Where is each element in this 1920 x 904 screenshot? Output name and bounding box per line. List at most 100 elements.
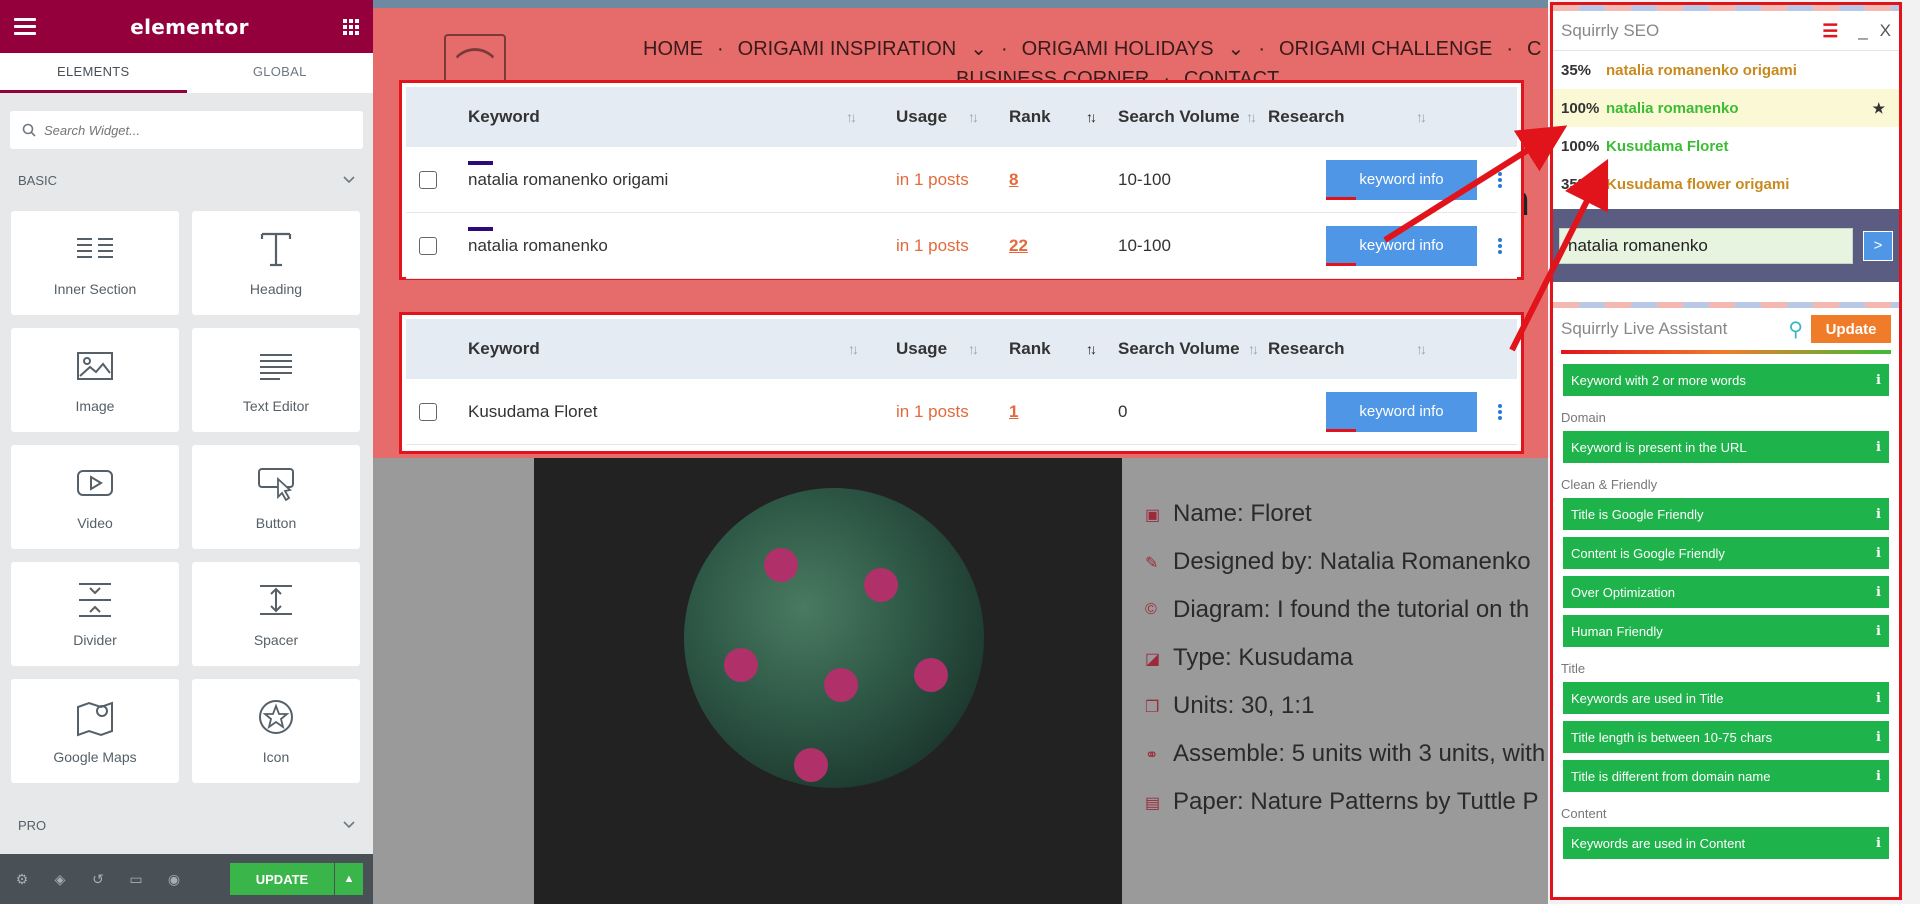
close-button[interactable]: X bbox=[1880, 21, 1891, 41]
sort-usage-icon[interactable]: ↑↓ bbox=[968, 109, 979, 125]
button-accent-bar bbox=[1326, 262, 1356, 266]
nav-origami-inspiration[interactable]: ORIGAMI INSPIRATION bbox=[738, 34, 957, 64]
sort-keyword-icon[interactable]: ↑↓ bbox=[848, 341, 859, 357]
keyword-go-button[interactable]: > bbox=[1863, 230, 1893, 261]
row-checkbox[interactable] bbox=[419, 402, 437, 421]
info-icon[interactable]: i bbox=[1876, 691, 1881, 706]
keyword-input[interactable] bbox=[1559, 227, 1854, 264]
keyword-info-button[interactable]: keyword info bbox=[1326, 159, 1477, 200]
row-more-options-icon[interactable] bbox=[1498, 403, 1502, 420]
live-assistant-header: Squirrly Live Assistant ⚲ Update bbox=[1553, 308, 1899, 350]
widget-google-maps[interactable]: Google Maps bbox=[11, 679, 179, 783]
row-checkbox[interactable] bbox=[419, 236, 437, 255]
squirrly-title: Squirrly SEO bbox=[1561, 20, 1660, 40]
settings-gear-icon[interactable]: ⚙ bbox=[14, 871, 30, 887]
keyword-option-selected[interactable]: 100% natalia romanenko ★ bbox=[1553, 89, 1899, 127]
check-item[interactable]: Content is Google Friendly i bbox=[1563, 537, 1889, 569]
info-icon[interactable]: i bbox=[1876, 769, 1881, 784]
sort-keyword-icon[interactable]: ↑↓ bbox=[846, 109, 857, 125]
layers-icon[interactable]: ◈ bbox=[52, 871, 68, 887]
rank-value[interactable]: 8 bbox=[1009, 170, 1018, 190]
tab-elements[interactable]: ELEMENTS bbox=[0, 53, 187, 93]
sort-rank-icon[interactable]: ↑↓ bbox=[1086, 109, 1097, 125]
info-icon[interactable]: i bbox=[1876, 585, 1881, 600]
update-button[interactable]: UPDATE bbox=[230, 863, 334, 895]
apps-grid-icon[interactable] bbox=[343, 18, 359, 35]
keyword-info-button[interactable]: keyword info bbox=[1326, 225, 1477, 266]
info-icon[interactable]: i bbox=[1876, 546, 1881, 561]
widget-spacer[interactable]: Spacer bbox=[192, 562, 360, 666]
widget-heading[interactable]: Heading bbox=[192, 211, 360, 315]
hamburger-menu-icon[interactable] bbox=[14, 18, 36, 35]
sort-volume-icon[interactable]: ↑↓ bbox=[1248, 341, 1259, 357]
row-checkbox[interactable] bbox=[419, 170, 437, 189]
category-pro[interactable]: PRO bbox=[0, 804, 373, 846]
check-item[interactable]: Keyword with 2 or more words i bbox=[1563, 364, 1889, 396]
nav-origami-holidays[interactable]: ORIGAMI HOLIDAYS bbox=[1022, 34, 1214, 64]
sort-research-icon[interactable]: ↑↓ bbox=[1416, 341, 1427, 357]
usage-link[interactable]: in 1 posts bbox=[896, 236, 969, 256]
info-icon[interactable]: i bbox=[1876, 440, 1881, 455]
flower-petal bbox=[864, 568, 898, 602]
widget-text-editor[interactable]: Text Editor bbox=[192, 328, 360, 432]
rank-value[interactable]: 1 bbox=[1009, 402, 1018, 422]
search-widget-input[interactable] bbox=[44, 122, 324, 138]
keyword-option[interactable]: 35% natalia romanenko origami bbox=[1553, 51, 1899, 89]
info-icon[interactable]: i bbox=[1876, 730, 1881, 745]
widget-button[interactable]: Button bbox=[192, 445, 360, 549]
tab-global[interactable]: GLOBAL bbox=[187, 53, 374, 93]
sort-research-icon[interactable]: ↑↓ bbox=[1416, 109, 1427, 125]
check-group-title: Title bbox=[1561, 660, 1586, 676]
nav-origami-challenge[interactable]: ORIGAMI CHALLENGE bbox=[1279, 34, 1492, 64]
check-item[interactable]: Title is Google Friendly i bbox=[1563, 498, 1889, 530]
star-icon[interactable]: ★ bbox=[1872, 100, 1885, 117]
category-basic[interactable]: BASIC bbox=[0, 159, 373, 201]
search-icon bbox=[22, 123, 36, 137]
info-icon[interactable]: i bbox=[1876, 836, 1881, 851]
sort-volume-icon[interactable]: ↑↓ bbox=[1246, 109, 1257, 125]
pin-icon[interactable]: ⚲ bbox=[1788, 317, 1803, 342]
info-icon[interactable]: i bbox=[1876, 507, 1881, 522]
detail-assemble: ⚭ Assemble: 5 units with 3 units, with bbox=[1145, 730, 1548, 778]
widget-divider[interactable]: Divider bbox=[11, 562, 179, 666]
widget-label: Google Maps bbox=[53, 749, 137, 765]
check-item[interactable]: Keyword is present in the URL i bbox=[1563, 431, 1889, 463]
id-card-icon: ▣ bbox=[1145, 507, 1161, 524]
minimize-button[interactable]: _ bbox=[1858, 21, 1867, 41]
info-icon[interactable]: i bbox=[1876, 624, 1881, 639]
sort-rank-icon[interactable]: ↑↓ bbox=[1086, 341, 1097, 357]
search-box bbox=[10, 111, 363, 149]
usage-link[interactable]: in 1 posts bbox=[896, 170, 969, 190]
check-item[interactable]: Keywords are used in Title i bbox=[1563, 682, 1889, 714]
info-icon[interactable]: i bbox=[1876, 373, 1881, 388]
update-options-caret-icon[interactable]: ▲ bbox=[335, 863, 363, 895]
keyword-percent: 35% bbox=[1561, 175, 1592, 193]
row-more-options-icon[interactable] bbox=[1498, 171, 1502, 188]
widget-video[interactable]: Video bbox=[11, 445, 179, 549]
nav-truncated[interactable]: C bbox=[1527, 34, 1541, 64]
nav-home[interactable]: HOME bbox=[643, 34, 703, 64]
widget-inner-section[interactable]: Inner Section bbox=[11, 211, 179, 315]
keyword-option[interactable]: 100% Kusudama Floret bbox=[1553, 127, 1899, 165]
widget-icon[interactable]: Icon bbox=[192, 679, 360, 783]
responsive-desktop-icon[interactable]: ▭ bbox=[128, 871, 144, 887]
live-assistant-title: Squirrly Live Assistant bbox=[1561, 319, 1728, 338]
usage-link[interactable]: in 1 posts bbox=[896, 402, 969, 422]
check-item[interactable]: Human Friendly i bbox=[1563, 615, 1889, 647]
check-item[interactable]: Keywords are used in Content i bbox=[1563, 827, 1889, 859]
preview-eye-icon[interactable]: ◉ bbox=[166, 871, 182, 887]
sort-usage-icon[interactable]: ↑↓ bbox=[968, 341, 979, 357]
rank-value[interactable]: 22 bbox=[1009, 236, 1028, 256]
widget-image[interactable]: Image bbox=[11, 328, 179, 432]
check-item[interactable]: Title is different from domain name i bbox=[1563, 760, 1889, 792]
keyword-info-button[interactable]: keyword info bbox=[1326, 391, 1477, 432]
check-item[interactable]: Title length is between 10-75 chars i bbox=[1563, 721, 1889, 753]
check-item[interactable]: Over Optimization i bbox=[1563, 576, 1889, 608]
copy-icon: ❐ bbox=[1145, 699, 1160, 716]
live-assistant-update-button[interactable]: Update bbox=[1811, 315, 1891, 343]
row-more-options-icon[interactable] bbox=[1498, 237, 1502, 254]
widget-grid: Inner Section Heading Image Text Editor … bbox=[0, 201, 373, 783]
check-group-domain: Domain bbox=[1561, 409, 1606, 425]
keyword-option[interactable]: 35% Kusudama flower origami bbox=[1553, 165, 1899, 203]
history-icon[interactable]: ↺ bbox=[90, 871, 106, 887]
